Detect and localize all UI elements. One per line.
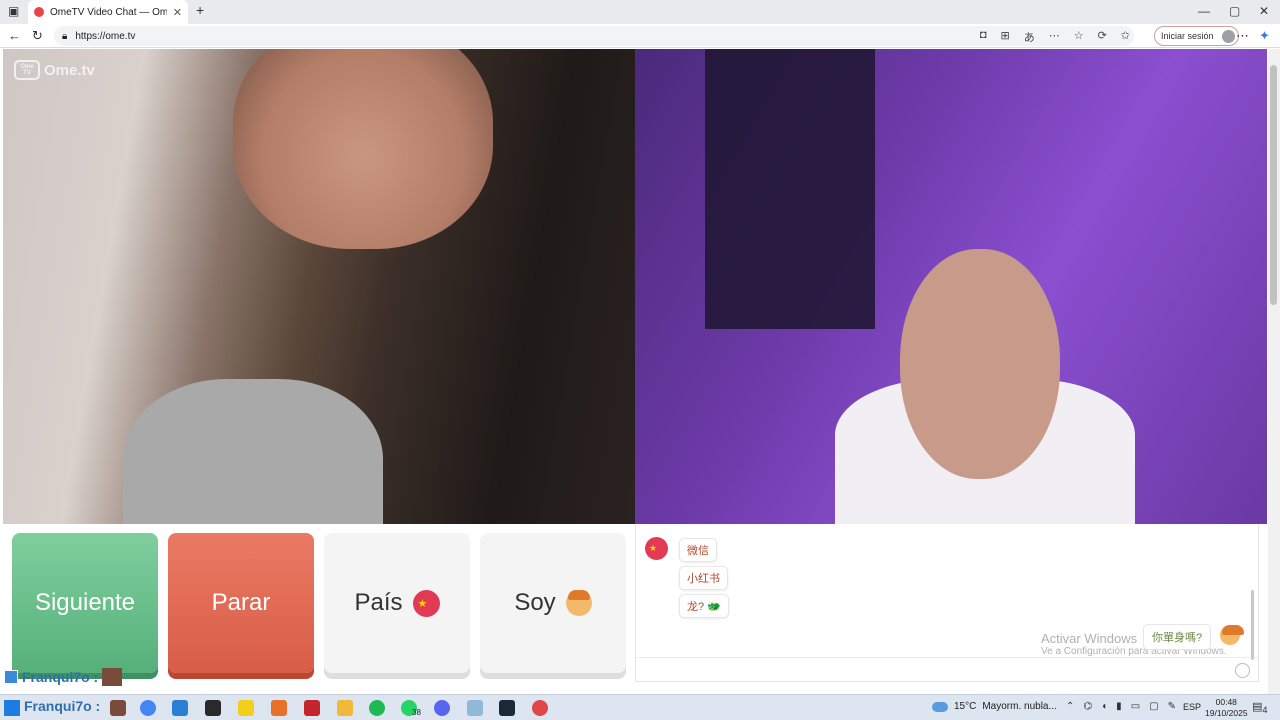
reload-icon[interactable]: ↻ — [32, 28, 43, 44]
terminal-icon[interactable] — [205, 700, 221, 716]
next-label: Siguiente — [34, 589, 136, 616]
page-scroll-thumb[interactable] — [1270, 65, 1277, 305]
signin-label: Iniciar sesión — [1161, 31, 1214, 41]
more-tools-icon[interactable]: ⋯ — [1049, 29, 1060, 45]
browser-menu-icon[interactable]: ⋯ — [1236, 28, 1249, 44]
watermark-text: Ome.tv — [44, 61, 95, 79]
weather-temp: 15°C — [954, 701, 977, 712]
ometv-logo-icon: Ome TV — [14, 60, 40, 80]
url-text: https://ome.tv — [75, 30, 136, 42]
notepad-icon[interactable] — [467, 700, 483, 716]
app-icon[interactable]: ⊞ — [1000, 29, 1009, 45]
self-video — [635, 49, 1267, 524]
boy-emoji-icon — [565, 590, 592, 616]
maximize-button[interactable]: ▢ — [1229, 4, 1240, 18]
steam-icon[interactable] — [499, 700, 515, 716]
weather-text: Mayorm. nubla... — [982, 701, 1057, 712]
address-bar-icons: ◘ ⊞ あ ⋯ ☆ ⟳ ✩ — [980, 29, 1130, 45]
tab-actions-icon[interactable]: ▣ — [8, 4, 19, 18]
taskbar-overlay-name: Franqui7o : — [24, 698, 101, 714]
camera-icon[interactable]: ◘ — [980, 29, 987, 45]
streamer-overlay: Franqui7o : — [4, 668, 123, 686]
gender-button[interactable]: Soy — [480, 533, 626, 673]
clock-date: 19/10/2025 — [1205, 708, 1248, 718]
clock-time: 00:48 — [1215, 697, 1237, 707]
chat-message: 微信 — [679, 538, 717, 562]
country-button[interactable]: País ★ — [324, 533, 470, 673]
chat-message: 龙? 🐲 — [679, 594, 729, 618]
address-bar-row: ← ↻ 🔒︎ https://ome.tv ◘ ⊞ あ ⋯ ☆ ⟳ ✩ Inic… — [0, 24, 1280, 48]
notification-count: 4 — [1262, 705, 1268, 716]
stranger-video: Ome TV Ome.tv — [3, 49, 635, 524]
copilot-icon[interactable]: ✦ — [1259, 28, 1270, 44]
chrome-icon[interactable] — [140, 700, 156, 716]
my-chat-message: 你單身嗎? — [1143, 624, 1212, 650]
back-icon[interactable]: ← — [8, 28, 21, 43]
clock[interactable]: 00:48 19/10/2025 — [1205, 697, 1248, 719]
windows-taskbar: Franqui7o : 38 15°C Mayorm. nubla... ⌃ ⌬… — [0, 694, 1280, 720]
browser-tab-bar: ▣ OmeTV Video Chat — Omeg ✕ + — ▢ ✕ — [0, 0, 1280, 24]
refresh-ext-icon[interactable]: ⟳ — [1098, 29, 1107, 45]
spotify-icon[interactable] — [369, 700, 385, 716]
close-window-button[interactable]: ✕ — [1259, 4, 1269, 18]
weather-widget[interactable]: 15°C Mayorm. nubla... — [932, 701, 1057, 712]
signin-button[interactable]: Iniciar sesión — [1154, 26, 1239, 46]
overlay-logo-icon — [4, 670, 18, 684]
china-flag-icon: ★ — [412, 589, 440, 617]
ometv-watermark: Ome TV Ome.tv — [14, 60, 95, 80]
ometv-favicon-icon — [34, 7, 44, 17]
network-icon[interactable]: ⌬ — [1083, 701, 1092, 712]
my-avatar-emoji-icon — [1220, 625, 1244, 645]
favorites-icon[interactable]: ✩ — [1121, 29, 1130, 45]
stop-label: Parar — [211, 589, 271, 616]
vscode-icon[interactable] — [172, 700, 188, 716]
page-scrollbar[interactable] — [1268, 49, 1280, 694]
chat-input[interactable] — [636, 657, 1258, 681]
system-tray: ⌃ ⌬ ◖ ▮ ▭ ▢ ✎ — [1066, 701, 1176, 712]
gender-label: Soy — [514, 589, 556, 616]
battery-icon[interactable]: ▭ — [1131, 701, 1140, 712]
self-face — [900, 249, 1060, 479]
clothes-rack — [705, 49, 875, 329]
stranger-shirt — [123, 379, 383, 524]
overlay-avatar-app-icon — [110, 700, 126, 716]
chat-panel: ★ 微信 小红书 龙? 🐲 Activar Windows Ve a Confi… — [635, 524, 1259, 682]
chat-scrollbar[interactable] — [1251, 590, 1254, 660]
lock-icon: 🔒︎ — [62, 30, 68, 42]
partner-flag-icon: ★ — [645, 537, 668, 560]
language-indicator[interactable]: ESP — [1183, 702, 1201, 712]
sticky-notes-icon[interactable] — [238, 700, 254, 716]
overlay-avatar-icon — [102, 668, 123, 686]
overlay-username: Franqui7o : — [22, 669, 99, 685]
display-icon[interactable]: ▢ — [1149, 701, 1158, 712]
tab-ometv[interactable]: OmeTV Video Chat — Omeg ✕ — [28, 0, 188, 24]
cloud-icon — [932, 701, 948, 712]
stop-button[interactable]: Parar — [168, 533, 314, 673]
whatsapp-badge: 38 — [412, 708, 421, 717]
pen-icon[interactable]: ✎ — [1168, 701, 1176, 712]
discord-icon[interactable] — [434, 700, 450, 716]
country-label: País — [354, 589, 403, 616]
emoji-picker-icon[interactable] — [1235, 663, 1250, 678]
next-button[interactable]: Siguiente — [12, 533, 158, 673]
new-tab-button[interactable]: + — [196, 2, 204, 18]
favorite-star-icon[interactable]: ☆ — [1074, 29, 1084, 45]
url-input[interactable]: 🔒︎ https://ome.tv — [54, 26, 1134, 46]
minimize-button[interactable]: — — [1198, 4, 1210, 18]
translate-icon[interactable]: あ — [1024, 29, 1035, 45]
start-icon[interactable] — [4, 700, 20, 716]
tab-close-icon[interactable]: ✕ — [173, 6, 182, 19]
app-orange-icon[interactable] — [271, 700, 287, 716]
tray-expand-icon[interactable]: ⌃ — [1066, 701, 1074, 712]
file-explorer-icon[interactable] — [337, 700, 353, 716]
stranger-face — [233, 49, 493, 249]
browser-app-icon[interactable] — [532, 700, 548, 716]
profile-avatar-icon — [1221, 30, 1235, 43]
filezilla-icon[interactable] — [304, 700, 320, 716]
volume-icon[interactable]: ◖ — [1101, 701, 1107, 712]
tab-title: OmeTV Video Chat — Omeg — [50, 6, 167, 18]
microphone-icon[interactable]: ▮ — [1116, 701, 1122, 712]
chat-message: 小红书 — [679, 566, 728, 590]
notification-icon[interactable]: ▤4 — [1252, 700, 1268, 715]
